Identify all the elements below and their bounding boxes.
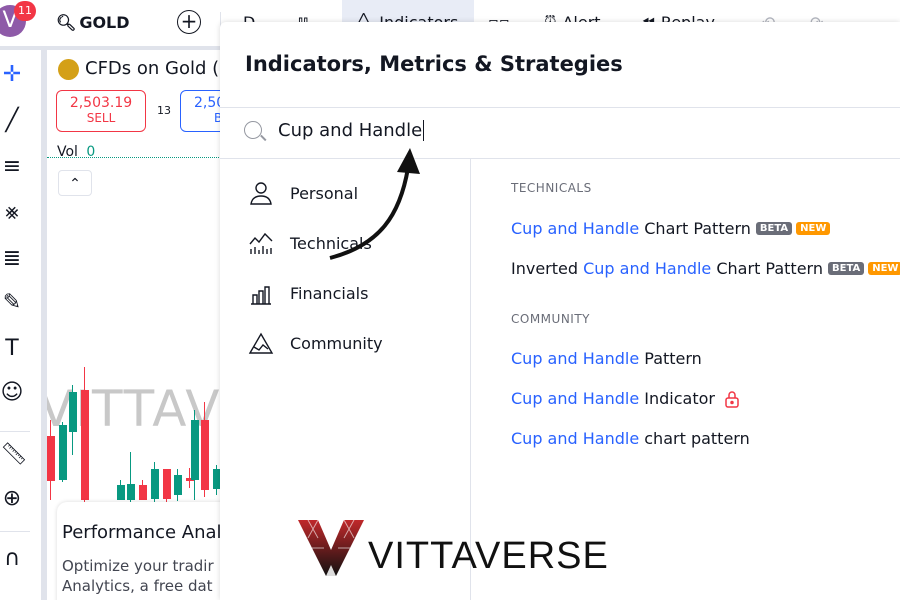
logo-v-icon	[298, 520, 364, 576]
logo-text: VITTAVERSE	[368, 535, 609, 577]
arrow-annotation	[329, 148, 420, 260]
vittaverse-logo: VITTAVERSE	[298, 520, 609, 576]
